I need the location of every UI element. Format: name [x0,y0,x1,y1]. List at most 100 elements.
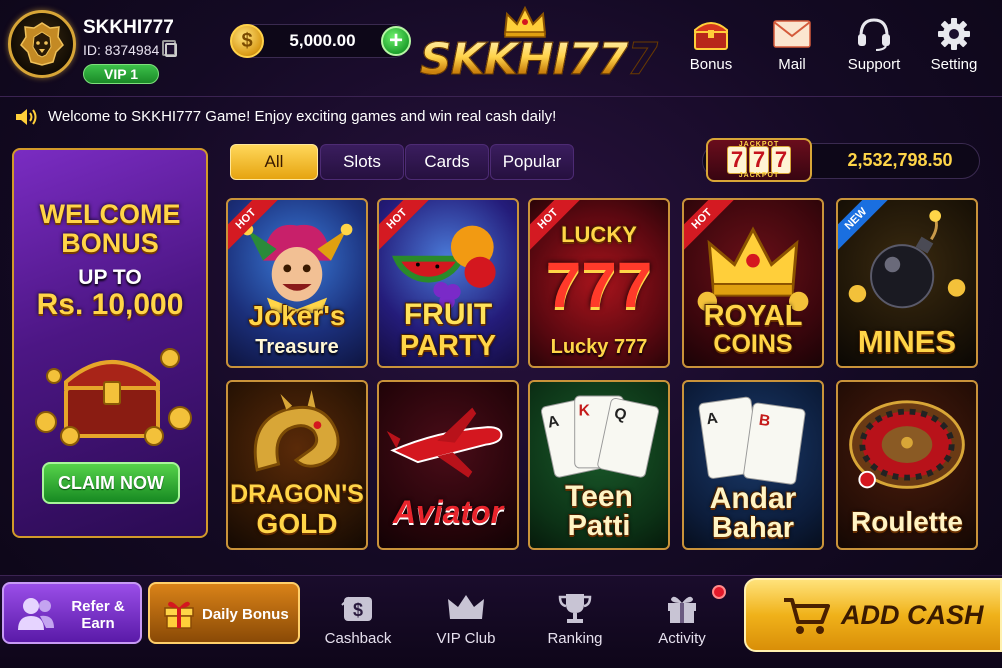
bonus-label: Bonus [689,56,733,73]
game-title: LUCKY [561,222,637,247]
lion-icon [20,22,64,66]
brand-logo: SKKHI777 [420,2,659,94]
nav-ranking-label: Ranking [547,630,603,647]
game-subtitle: Treasure [255,336,339,358]
svg-text:B: B [758,412,771,430]
nav-cashback[interactable]: $ Cashback [313,590,403,647]
mail-label: Mail [778,56,806,73]
game-mines[interactable]: NEW MINES [836,198,978,368]
copy-icon[interactable] [162,40,178,57]
daily-bonus-button[interactable]: Daily Bonus [148,582,300,644]
svg-text:$: $ [353,600,363,620]
refer-earn-label: Refer & Earn [71,598,125,632]
trophy-icon [558,594,592,623]
username: SKKHI777 [83,17,174,38]
game-fruit-party[interactable]: HOT FRUIT PARTY [377,198,519,368]
claim-now-button[interactable]: CLAIM NOW [42,462,180,504]
game-title: Roulette [851,506,963,537]
add-cash-button[interactable]: ADD CASH [744,578,1002,652]
game-subtitle: GOLD [256,508,338,539]
crown-icon [448,595,484,619]
game-title: MINES [857,324,957,359]
promo-upto: UP TO [78,266,142,289]
game-dragons-gold[interactable]: DRAGON'S GOLD [226,380,368,550]
game-subtitle: PARTY [399,330,497,362]
user-id: ID: 8374984 [83,40,178,58]
promo-amount: Rs. 10,000 [36,288,184,321]
announcement-text: Welcome to SKKHI777 Game! Enjoy exciting… [48,108,557,125]
treasure-chest-icon [35,348,192,446]
game-subtitle: Patti [567,510,631,542]
jackpot-reel: 7 [727,146,747,174]
nav-activity-label: Activity [658,630,706,647]
game-title: ROYAL [703,300,803,332]
game-subtitle: COINS [713,330,793,358]
jackpot-badge: JACKPOT 7 7 7 JACKPOT [706,138,812,182]
game-title: Teen [565,480,633,513]
welcome-bonus-banner[interactable]: WELCOME BONUS UP TO Rs. 10,000 CLAIM NOW [12,148,208,538]
users-icon [18,598,54,630]
game-title: DRAGON'S [230,480,364,508]
game-title: Andar [709,482,797,515]
nav-ranking[interactable]: Ranking [530,590,620,647]
game-subtitle: Bahar [711,512,795,544]
user-avatar[interactable] [8,10,76,78]
slot-reels: 777 [545,249,653,321]
user-id-text: ID: 8374984 [83,42,160,58]
add-balance-button[interactable]: + [381,26,411,56]
nav-vip-club[interactable]: VIP Club [421,590,511,647]
svg-text:A: A [705,410,718,428]
shopping-cart-icon [784,598,830,634]
game-title: FRUIT [403,298,493,331]
headset-icon [858,18,890,51]
envelope-icon [773,20,811,48]
jackpot-reel: 7 [749,146,769,174]
game-jokers-treasure[interactable]: HOT Joker's Treasure [226,198,368,368]
game-andar-bahar[interactable]: A B Andar Bahar [682,380,824,550]
bonus-button[interactable]: Bonus [676,16,746,73]
gear-icon [938,18,970,50]
game-royal-coins[interactable]: HOT ROYAL COINS [682,198,824,368]
daily-bonus-label: Daily Bonus [202,606,289,623]
gift-icon [164,601,194,629]
promo-title: WELCOME BONUS [14,200,206,258]
balance-value: 5,000.00 [289,31,356,50]
nav-cashback-label: Cashback [324,630,392,647]
gift-icon [668,596,696,623]
speaker-icon [16,109,37,125]
game-roulette[interactable]: Roulette [836,380,978,550]
support-button[interactable]: Support [839,16,909,73]
setting-button[interactable]: Setting [919,16,989,73]
promo-title-line2: BONUS [61,228,159,258]
mail-button[interactable]: Mail [757,16,827,73]
tab-all[interactable]: All [230,144,318,180]
jackpot-reel: 7 [771,146,791,174]
jackpot-word-top: JACKPOT [738,141,780,148]
tab-popular[interactable]: Popular [490,144,574,180]
top-header: SKKHI777 ID: 8374984 VIP 1 $ 5,000.00 + … [0,0,1002,96]
logo-text: SKKHI777 [420,34,659,86]
game-teen-patti[interactable]: A K Q Teen Patti [528,380,670,550]
game-title: Aviator [392,494,504,530]
notification-dot [712,585,726,599]
coin-icon: $ [230,24,264,58]
support-label: Support [847,56,901,73]
announcement-marquee: Welcome to SKKHI777 Game! Enjoy exciting… [0,96,1002,136]
jackpot-word-bottom: JACKPOT [738,172,780,179]
treasure-chest-icon [694,22,728,50]
cashback-icon: $ [341,596,372,621]
setting-label: Setting [930,56,978,73]
refer-earn-button[interactable]: Refer & Earn [2,582,142,644]
tab-cards[interactable]: Cards [405,144,489,180]
game-lucky-777[interactable]: HOT LUCKY 777 Lucky 777 [528,198,670,368]
game-title: Joker's [248,300,346,331]
add-cash-label: ADD CASH [841,600,984,630]
promo-title-line1: WELCOME [39,199,181,229]
game-subtitle: Lucky 777 [550,336,648,358]
vip-badge[interactable]: VIP 1 [83,64,159,84]
tab-slots[interactable]: Slots [320,144,404,180]
nav-vip-club-label: VIP Club [436,630,496,647]
game-aviator[interactable]: Aviator [377,380,519,550]
jackpot-value: 2,532,798.50 [847,150,953,170]
nav-activity[interactable]: Activity [637,590,727,647]
